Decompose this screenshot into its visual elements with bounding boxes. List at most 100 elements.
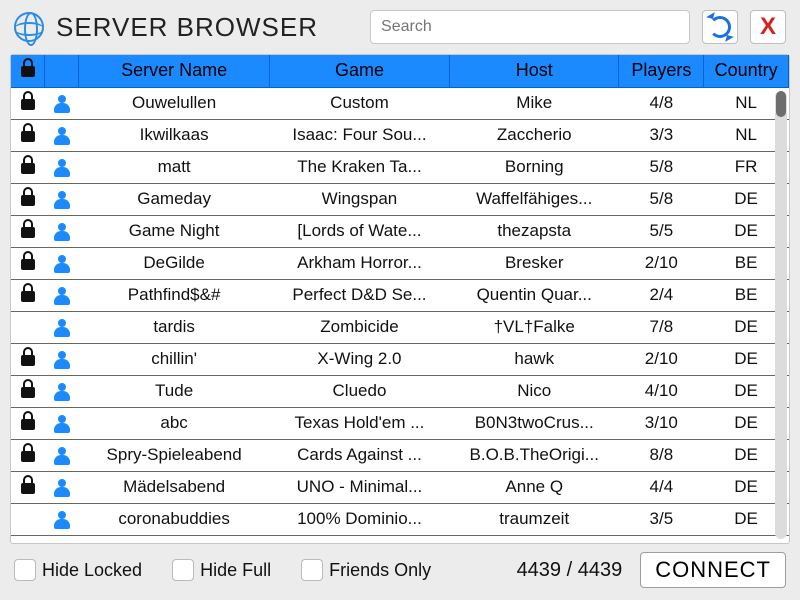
scrollbar[interactable] — [775, 91, 787, 539]
cell-name: DeGilde — [79, 247, 270, 279]
cell-locked — [11, 439, 45, 471]
cell-name: chillin' — [79, 343, 270, 375]
person-icon — [54, 159, 70, 175]
cell-host: thezapsta — [450, 215, 619, 247]
col-game[interactable]: Game — [269, 55, 449, 87]
cell-players: 5/5 — [619, 215, 704, 247]
cell-friend — [45, 119, 79, 151]
cell-locked — [11, 215, 45, 247]
lock-icon — [21, 483, 35, 494]
cell-game: Wingspan — [269, 183, 449, 215]
table-row[interactable]: chillin'X-Wing 2.0hawk2/10DE — [11, 343, 789, 375]
cell-locked — [11, 119, 45, 151]
cell-locked — [11, 247, 45, 279]
lock-icon — [21, 419, 35, 430]
person-icon — [54, 255, 70, 271]
cell-name: Mädelsabend — [79, 471, 270, 503]
cell-name: Ouwelullen — [79, 87, 270, 119]
cell-friend — [45, 279, 79, 311]
hide-locked-checkbox[interactable]: Hide Locked — [14, 559, 142, 581]
lock-icon — [21, 387, 35, 398]
table-row[interactable]: coronabuddies100% Dominio...traumzeit3/5… — [11, 503, 789, 535]
person-icon — [54, 223, 70, 239]
hide-full-checkbox[interactable]: Hide Full — [172, 559, 271, 581]
cell-host: Anne Q — [450, 471, 619, 503]
cell-game: UNO - Minimal... — [269, 471, 449, 503]
close-button[interactable]: X — [750, 10, 786, 44]
cell-friend — [45, 343, 79, 375]
lock-icon — [21, 66, 35, 77]
person-icon — [54, 62, 70, 78]
cell-host: Zaccherio — [450, 119, 619, 151]
col-host[interactable]: Host — [450, 55, 619, 87]
lock-icon — [21, 291, 35, 302]
server-count: 4439 / 4439 — [517, 559, 623, 582]
checkbox-icon — [172, 559, 194, 581]
cell-friend — [45, 151, 79, 183]
cell-host: hawk — [450, 343, 619, 375]
cell-name: abc — [79, 407, 270, 439]
table-row[interactable]: abcTexas Hold'em ...B0N3twoCrus...3/10DE — [11, 407, 789, 439]
cell-host: B0N3twoCrus... — [450, 407, 619, 439]
table-row[interactable]: TudeCluedoNico4/10DE — [11, 375, 789, 407]
cell-friend — [45, 439, 79, 471]
checkbox-icon — [14, 559, 36, 581]
cell-locked — [11, 151, 45, 183]
refresh-button[interactable] — [702, 10, 738, 44]
table-row[interactable]: Pathfind$&#Perfect D&D Se...Quentin Quar… — [11, 279, 789, 311]
table-row[interactable]: tardisZombicide†VL†Falke7/8DE — [11, 311, 789, 343]
cell-game: Perfect D&D Se... — [269, 279, 449, 311]
cell-host: †VL†Falke — [450, 311, 619, 343]
cell-game: 100% Dominio... — [269, 503, 449, 535]
cell-locked — [11, 279, 45, 311]
scrollbar-thumb[interactable] — [776, 91, 786, 117]
table-row[interactable]: IkwilkaasIsaac: Four Sou...Zaccherio3/3N… — [11, 119, 789, 151]
table-row[interactable]: mattThe Kraken Ta...Borning5/8FR — [11, 151, 789, 183]
cell-friend — [45, 183, 79, 215]
table-row[interactable]: DeGildeArkham Horror...Bresker2/10BE — [11, 247, 789, 279]
person-icon — [54, 479, 70, 495]
cell-players: 8/8 — [619, 439, 704, 471]
table-row[interactable]: OuwelullenCustomMike4/8NL — [11, 87, 789, 119]
table-row[interactable]: GamedayWingspanWaffelfähiges...5/8DE — [11, 183, 789, 215]
cell-name: matt — [79, 151, 270, 183]
friends-only-checkbox[interactable]: Friends Only — [301, 559, 431, 581]
col-server-name[interactable]: Server Name — [79, 55, 270, 87]
cell-locked — [11, 87, 45, 119]
page-title: SERVER BROWSER — [56, 12, 318, 43]
cell-players: 3/10 — [619, 407, 704, 439]
connect-button[interactable]: CONNECT — [640, 552, 786, 588]
cell-players: 4/8 — [619, 87, 704, 119]
cell-game: X-Wing 2.0 — [269, 343, 449, 375]
cell-game: Cards Against ... — [269, 439, 449, 471]
cell-name: coronabuddies — [79, 503, 270, 535]
table-row[interactable]: Spry-SpieleabendCards Against ...B.O.B.T… — [11, 439, 789, 471]
col-friend[interactable] — [45, 55, 79, 87]
cell-players: 5/8 — [619, 151, 704, 183]
cell-friend — [45, 87, 79, 119]
lock-icon — [21, 131, 35, 142]
cell-game: Arkham Horror... — [269, 247, 449, 279]
search-input[interactable] — [370, 10, 690, 44]
cell-name: Tude — [79, 375, 270, 407]
person-icon — [54, 383, 70, 399]
table-row[interactable]: MädelsabendUNO - Minimal...Anne Q4/4DE — [11, 471, 789, 503]
table-header: Server Name Game Host Players Country — [11, 55, 789, 87]
cell-players: 5/8 — [619, 183, 704, 215]
cell-host: traumzeit — [450, 503, 619, 535]
cell-locked — [11, 471, 45, 503]
table-body: OuwelullenCustomMike4/8NLIkwilkaasIsaac:… — [11, 87, 789, 535]
cell-host: Borning — [450, 151, 619, 183]
col-country[interactable]: Country — [704, 55, 789, 87]
checkbox-icon — [301, 559, 323, 581]
cell-players: 4/4 — [619, 471, 704, 503]
col-players[interactable]: Players — [619, 55, 704, 87]
table-row[interactable]: Game Night[Lords of Wate...thezapsta5/5D… — [11, 215, 789, 247]
col-locked[interactable] — [11, 55, 45, 87]
person-icon — [54, 351, 70, 367]
cell-name: tardis — [79, 311, 270, 343]
person-icon — [54, 287, 70, 303]
person-icon — [54, 511, 70, 527]
person-icon — [54, 95, 70, 111]
person-icon — [54, 415, 70, 431]
